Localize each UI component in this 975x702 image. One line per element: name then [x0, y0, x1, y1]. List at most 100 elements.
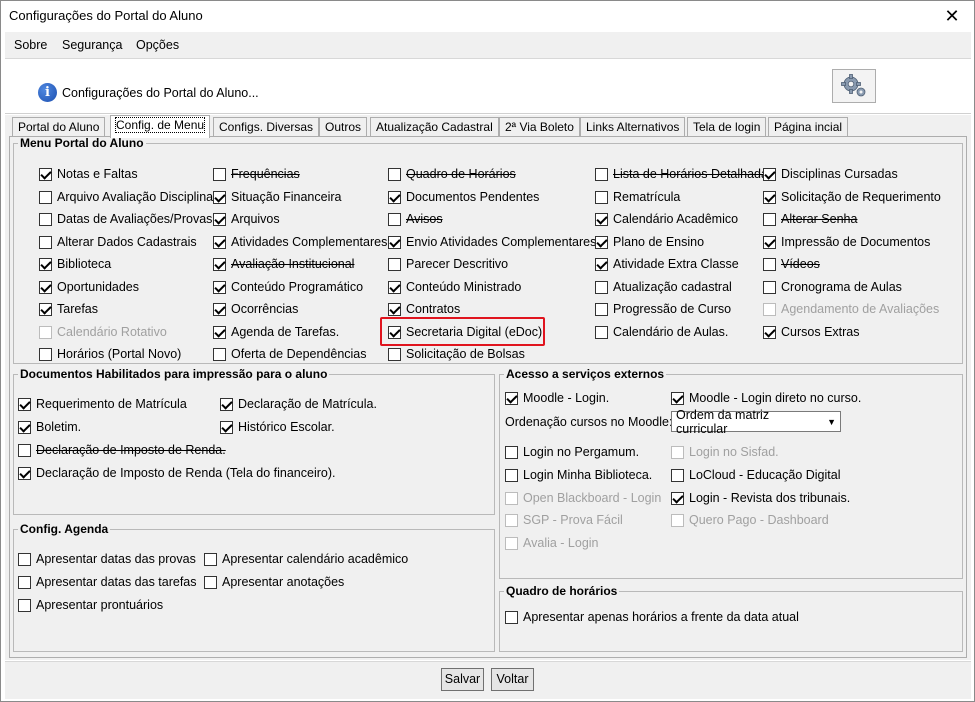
checkbox-unchecked-icon — [18, 575, 31, 589]
tab-configs-diversas[interactable]: Configs. Diversas — [213, 117, 320, 137]
checkbox-historico-escolar[interactable]: Histórico Escolar. — [220, 418, 335, 436]
tab-atualizacao-cadastral[interactable]: Atualização Cadastral — [370, 117, 499, 137]
checkbox-ocorrencias[interactable]: Ocorrências — [213, 300, 298, 318]
checkbox-checked-icon — [18, 397, 31, 411]
checkbox-label: Atividade Extra Classe — [613, 257, 739, 271]
main-panel: Portal do Aluno Config. de Menu Configs.… — [5, 115, 971, 660]
checkbox-atualizacao-cadastral[interactable]: Atualização cadastral — [595, 278, 732, 296]
checkbox-lista-de-horarios-detalhada[interactable]: Lista de Horários Detalhada — [595, 165, 768, 183]
checkbox-quadro-de-horarios[interactable]: Quadro de Horários — [388, 165, 516, 183]
checkbox-impressao-de-documentos[interactable]: Impressão de Documentos — [763, 233, 930, 251]
checkbox-label: Biblioteca — [57, 257, 112, 271]
checkbox-label: Cronograma de Aulas — [781, 280, 902, 294]
checkbox-agenda-de-tarefas[interactable]: Agenda de Tarefas. — [213, 323, 339, 341]
checkbox-unchecked-icon — [18, 552, 31, 566]
checkbox-apresentar-apenas-horarios-a-frente-da-data-atual[interactable]: Apresentar apenas horários a frente da d… — [505, 608, 799, 626]
checkbox-arquivos[interactable]: Arquivos — [213, 210, 280, 228]
agenda-group: Config. Agenda Apresentar datas das prov… — [13, 522, 495, 652]
checkbox-label: Horários (Portal Novo) — [57, 347, 182, 361]
tab-2-via-boleto[interactable]: 2ª Via Boleto — [499, 117, 580, 137]
checkbox-avaliacao-institucional[interactable]: Avaliação Institucional — [213, 255, 354, 273]
checkbox-alterar-senha[interactable]: Alterar Senha — [763, 210, 857, 228]
checkbox-cronograma-de-aulas[interactable]: Cronograma de Aulas — [763, 278, 902, 296]
checkbox-envio-atividades-complementares[interactable]: Envio Atividades Complementares — [388, 233, 596, 251]
checkbox-login-revista-dos-tribunais[interactable]: Login - Revista dos tribunais. — [671, 489, 850, 507]
checkbox-checked-icon — [763, 235, 776, 249]
tab-outros[interactable]: Outros — [319, 117, 368, 137]
checkbox-unchecked-icon — [671, 513, 684, 527]
back-button[interactable]: Voltar — [491, 668, 534, 691]
title-bar: Configurações do Portal do Aluno ✕ — [1, 1, 974, 31]
checkbox-moodle-login[interactable]: Moodle - Login. — [505, 389, 609, 407]
checkbox-horarios-portal-novo[interactable]: Horários (Portal Novo) — [39, 345, 181, 363]
checkbox-label: Apresentar apenas horários a frente da d… — [523, 610, 799, 624]
checkbox-moodle-login-direto-no-curso[interactable]: Moodle - Login direto no curso. — [671, 389, 861, 407]
moodle-order-select[interactable]: Ordem da matriz curricular ▼ — [671, 408, 841, 436]
checkbox-label: Login Minha Biblioteca. — [523, 468, 653, 482]
checkbox-frequencias[interactable]: Frequências — [213, 165, 300, 183]
checkbox-parecer-descritivo[interactable]: Parecer Descritivo — [388, 255, 508, 273]
menu-opcoes[interactable]: Opções — [136, 38, 179, 52]
checkbox-apresentar-datas-das-provas[interactable]: Apresentar datas das provas — [18, 550, 196, 568]
menu-seguranca[interactable]: Segurança — [62, 38, 122, 52]
checkbox-calendario-academico[interactable]: Calendário Acadêmico — [595, 210, 738, 228]
menu-sobre[interactable]: Sobre — [14, 38, 47, 52]
checkbox-login-minha-biblioteca[interactable]: Login Minha Biblioteca. — [505, 466, 652, 484]
checkbox-locloud-educacao-digital[interactable]: LoCloud - Educação Digital — [671, 466, 840, 484]
checkbox-conteudo-ministrado[interactable]: Conteúdo Ministrado — [388, 278, 521, 296]
settings-button[interactable] — [832, 69, 876, 103]
checkbox-contratos[interactable]: Contratos — [388, 300, 460, 318]
checkbox-cursos-extras[interactable]: Cursos Extras — [763, 323, 860, 341]
checkbox-oferta-de-dependencias[interactable]: Oferta de Dependências — [213, 345, 367, 363]
checkbox-label: Apresentar calendário acadêmico — [222, 552, 409, 566]
checkbox-label: Progressão de Curso — [613, 302, 732, 316]
checkbox-atividades-complementares[interactable]: Atividades Complementares — [213, 233, 387, 251]
checkbox-unchecked-icon — [388, 167, 401, 181]
tab-tela-de-login[interactable]: Tela de login — [687, 117, 767, 137]
checkbox-situacao-financeira[interactable]: Situação Financeira — [213, 188, 341, 206]
checkbox-arquivo-avaliacao-disciplina[interactable]: Arquivo Avaliação Disciplina — [39, 188, 213, 206]
tab-portal-do-aluno[interactable]: Portal do Aluno — [12, 117, 106, 137]
checkbox-biblioteca[interactable]: Biblioteca — [39, 255, 111, 273]
group-title: Quadro de horários — [506, 584, 618, 598]
checkbox-solicitacao-de-bolsas[interactable]: Solicitação de Bolsas — [388, 345, 525, 363]
save-button[interactable]: Salvar — [441, 668, 484, 691]
checkbox-videos[interactable]: Vídeos — [763, 255, 820, 273]
checkbox-login-no-pergamum[interactable]: Login no Pergamum. — [505, 443, 639, 461]
checkbox-plano-de-ensino[interactable]: Plano de Ensino — [595, 233, 704, 251]
checkbox-boletim[interactable]: Boletim. — [18, 418, 81, 436]
checkbox-oportunidades[interactable]: Oportunidades — [39, 278, 139, 296]
checkbox-label: Plano de Ensino — [613, 235, 705, 249]
checkbox-documentos-pendentes[interactable]: Documentos Pendentes — [388, 188, 539, 206]
checkbox-declaracao-de-matricula[interactable]: Declaração de Matrícula. — [220, 395, 377, 413]
checkbox-disciplinas-cursadas[interactable]: Disciplinas Cursadas — [763, 165, 898, 183]
checkbox-rematricula[interactable]: Rematrícula — [595, 188, 680, 206]
checkbox-datas-de-avaliacoes-provas[interactable]: Datas de Avaliações/Provas — [39, 210, 212, 228]
checkbox-checked-icon — [18, 466, 31, 480]
checkbox-apresentar-prontuarios[interactable]: Apresentar prontuários — [18, 596, 163, 614]
tab-pagina-inicial[interactable]: Página incial — [768, 117, 849, 137]
close-button[interactable]: ✕ — [930, 1, 974, 31]
checkbox-unchecked-icon — [39, 347, 52, 361]
tab-links-alternativos[interactable]: Links Alternativos — [580, 117, 686, 137]
checkbox-solicitacao-de-requerimento[interactable]: Solicitação de Requerimento — [763, 188, 941, 206]
checkbox-label: Login no Pergamum. — [523, 445, 640, 459]
checkbox-progressao-de-curso[interactable]: Progressão de Curso — [595, 300, 731, 318]
checkbox-atividade-extra-classe[interactable]: Atividade Extra Classe — [595, 255, 739, 273]
checkbox-alterar-dados-cadastrais[interactable]: Alterar Dados Cadastrais — [39, 233, 197, 251]
checkbox-requerimento-de-matricula[interactable]: Requerimento de Matrícula — [18, 395, 187, 413]
checkbox-calendario-de-aulas[interactable]: Calendário de Aulas. — [595, 323, 728, 341]
checkbox-conteudo-programatico[interactable]: Conteúdo Programático — [213, 278, 363, 296]
checkbox-unchecked-icon — [595, 325, 608, 339]
checkbox-tarefas[interactable]: Tarefas — [39, 300, 98, 318]
checkbox-unchecked-icon — [671, 468, 684, 482]
info-icon: i — [38, 83, 57, 102]
checkbox-notas-e-faltas[interactable]: Notas e Faltas — [39, 165, 138, 183]
checkbox-apresentar-anotacoes[interactable]: Apresentar anotações — [204, 573, 344, 591]
checkbox-avisos[interactable]: Avisos — [388, 210, 443, 228]
checkbox-declaracao-de-imposto-de-renda[interactable]: Declaração de Imposto de Renda. — [18, 441, 226, 459]
checkbox-apresentar-datas-das-tarefas[interactable]: Apresentar datas das tarefas — [18, 573, 197, 591]
checkbox-apresentar-calendario-academico[interactable]: Apresentar calendário acadêmico — [204, 550, 408, 568]
checkbox-declaracao-de-imposto-de-renda-tela-do-financeiro[interactable]: Declaração de Imposto de Renda (Tela do … — [18, 464, 335, 482]
tab-config-de-menu[interactable]: Config. de Menu — [110, 115, 211, 138]
